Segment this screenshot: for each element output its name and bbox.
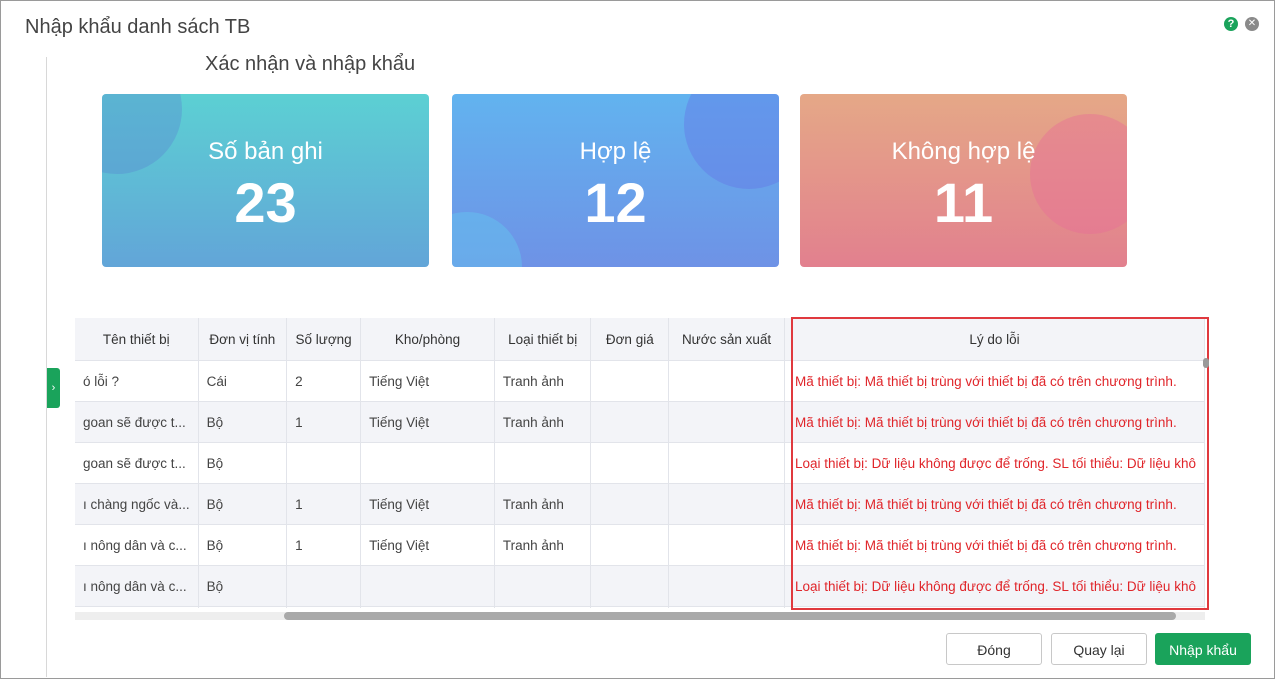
table-row[interactable]: goan sẽ được t... Bộ Loại thiết bị: Dữ l… [75, 442, 1205, 484]
cell-device-name: ı nông dân và c... [75, 524, 199, 566]
cell-device-name [75, 606, 199, 608]
cell-device-type [494, 565, 592, 607]
table-row[interactable]: ı chàng ngốc và... Bộ 1 Tiếng Việt Tranh… [75, 483, 1205, 525]
cell-storage: Tiếng Việt [360, 401, 495, 443]
column-header[interactable]: Nước sản xuất [668, 318, 786, 361]
cell-unit-price [590, 360, 670, 402]
cell-device-name: goan sẽ được t... [75, 401, 199, 443]
cell-device-type: Tranh ảnh [494, 360, 592, 402]
cell-error-reason [784, 606, 1205, 608]
close-icon[interactable]: ✕ [1245, 17, 1259, 31]
import-button[interactable]: Nhập khẩu [1155, 633, 1251, 665]
table-row[interactable]: ó lỗi ? Cái 2 Tiếng Việt Tranh ảnh Mã th… [75, 360, 1205, 402]
cell-quantity: 1 [286, 524, 362, 566]
cell-quantity: 1 [286, 483, 362, 525]
cell-device-type: Tranh ảnh [494, 483, 592, 525]
column-header[interactable]: Số lượng [286, 318, 362, 361]
cell-device-name: ó lỗi ? [75, 360, 199, 402]
cell-error-reason: Loại thiết bị: Dữ liệu không được để trố… [784, 442, 1205, 484]
cell-country [668, 360, 786, 402]
table-row[interactable]: goan sẽ được t... Bộ 1 Tiếng Việt Tranh … [75, 401, 1205, 443]
cell-unit-price [590, 565, 670, 607]
stat-total-label: Số bản ghi [208, 138, 323, 165]
cell-unit [198, 606, 288, 608]
result-table: Tên thiết bị Đơn vị tính Số lượng Kho/ph… [75, 318, 1205, 608]
cell-unit: Bộ [198, 442, 288, 484]
cell-device-name: ı chàng ngốc và... [75, 483, 199, 525]
import-dialog: Nhập khẩu danh sách TB ? ✕ › Xác nhận và… [0, 0, 1275, 679]
cell-device-type [494, 606, 592, 608]
column-header-error-reason[interactable]: Lý do lỗi [784, 318, 1205, 361]
column-header[interactable]: Loại thiết bị [494, 318, 592, 361]
table-row[interactable]: ı nông dân và c... Bộ Loại thiết bị: Dữ … [75, 565, 1205, 607]
cell-country [668, 606, 786, 608]
cell-device-type: Tranh ảnh [494, 401, 592, 443]
help-icon[interactable]: ? [1224, 17, 1238, 31]
expand-panel-chevron-icon[interactable]: › [47, 368, 60, 408]
back-button[interactable]: Quay lại [1051, 633, 1147, 665]
stat-card-invalid: Không hợp lệ 11 [800, 94, 1127, 267]
cell-unit: Bộ [198, 565, 288, 607]
stat-total-value: 23 [234, 171, 297, 234]
dialog-title: Nhập khẩu danh sách TB [25, 16, 251, 38]
cell-device-name: goan sẽ được t... [75, 442, 199, 484]
cell-device-type: Tranh ảnh [494, 524, 592, 566]
cell-unit: Cái [198, 360, 288, 402]
table-header-row: Tên thiết bị Đơn vị tính Số lượng Kho/ph… [75, 318, 1205, 361]
cell-storage: Tiếng Việt [360, 524, 495, 566]
cell-unit-price [590, 401, 670, 443]
cell-quantity [286, 606, 362, 608]
close-button[interactable]: Đóng [946, 633, 1042, 665]
cell-unit: Bộ [198, 483, 288, 525]
table-row[interactable]: ı nông dân và c... Bộ 1 Tiếng Việt Tranh… [75, 524, 1205, 566]
cell-country [668, 483, 786, 525]
cell-error-reason: Loại thiết bị: Dữ liệu không được để trố… [784, 565, 1205, 607]
stat-invalid-label: Không hợp lệ [891, 138, 1036, 165]
cell-unit: Bộ [198, 401, 288, 443]
stat-card-valid: Hợp lệ 12 [452, 94, 779, 267]
horizontal-scrollbar-thumb[interactable] [284, 612, 1176, 620]
cell-quantity [286, 442, 362, 484]
cell-unit-price [590, 442, 670, 484]
section-title: Xác nhận và nhập khẩu [205, 53, 416, 75]
cell-unit-price [590, 524, 670, 566]
cell-error-reason: Mã thiết bị: Mã thiết bị trùng với thiết… [784, 360, 1205, 402]
cell-unit-price [590, 483, 670, 525]
cell-country [668, 524, 786, 566]
column-header[interactable]: Kho/phòng [360, 318, 495, 361]
stat-valid-value: 12 [584, 171, 647, 234]
cell-unit: Bộ [198, 524, 288, 566]
stat-invalid-value: 11 [933, 171, 994, 234]
cell-unit-price [590, 606, 670, 608]
column-header[interactable]: Tên thiết bị [75, 318, 199, 361]
cell-device-name: ı nông dân và c... [75, 565, 199, 607]
cell-storage: Tiếng Việt [360, 360, 495, 402]
stat-card-total: Số bản ghi 23 [102, 94, 429, 267]
cell-storage [360, 565, 495, 607]
cell-error-reason: Mã thiết bị: Mã thiết bị trùng với thiết… [784, 524, 1205, 566]
left-rail-divider [46, 57, 47, 677]
cell-quantity: 2 [286, 360, 362, 402]
cell-quantity: 1 [286, 401, 362, 443]
cell-country [668, 442, 786, 484]
cell-quantity [286, 565, 362, 607]
stat-valid-label: Hợp lệ [579, 138, 652, 165]
cell-storage [360, 442, 495, 484]
cell-device-type [494, 442, 592, 484]
column-header[interactable]: Đơn vị tính [198, 318, 288, 361]
cell-storage [360, 606, 495, 608]
cell-country [668, 401, 786, 443]
cell-error-reason: Mã thiết bị: Mã thiết bị trùng với thiết… [784, 483, 1205, 525]
table-row[interactable] [75, 606, 1205, 608]
cell-country [668, 565, 786, 607]
cell-error-reason: Mã thiết bị: Mã thiết bị trùng với thiết… [784, 401, 1205, 443]
result-table-container[interactable]: Tên thiết bị Đơn vị tính Số lượng Kho/ph… [75, 318, 1205, 608]
column-header[interactable]: Đơn giá [590, 318, 670, 361]
vertical-scrollbar[interactable] [1203, 358, 1209, 368]
cell-storage: Tiếng Việt [360, 483, 495, 525]
